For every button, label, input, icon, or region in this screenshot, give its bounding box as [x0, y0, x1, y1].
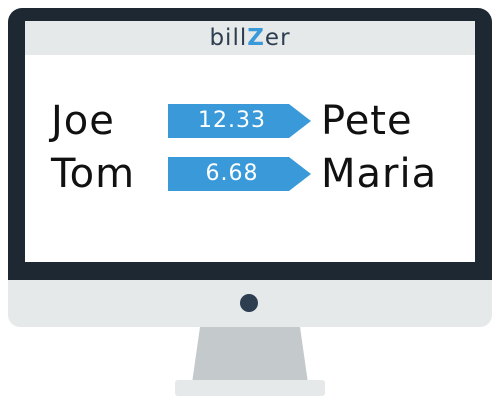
monitor-screen: billZer Joe 12.33 Pete Tom 6.68 Maria: [25, 21, 475, 262]
transfer-amount: 6.68: [205, 161, 259, 186]
transfer-row: Joe 12.33 Pete: [25, 96, 475, 146]
transfer-arrow: 12.33: [168, 104, 311, 138]
logo-text-suffix: er: [264, 25, 291, 51]
payee-name: Pete: [321, 98, 413, 144]
transfer-arrow: 6.68: [168, 157, 311, 191]
logo-text-prefix: bill: [209, 25, 248, 51]
app-header: billZer: [25, 21, 475, 55]
payer-name: Joe: [51, 98, 115, 144]
transfer-row: Tom 6.68 Maria: [25, 149, 475, 199]
payer-name: Tom: [51, 151, 136, 197]
power-button[interactable]: [240, 294, 258, 312]
monitor-illustration: billZer Joe 12.33 Pete Tom 6.68 Maria: [0, 0, 500, 400]
app-logo: billZer: [209, 25, 290, 51]
payee-name: Maria: [321, 151, 438, 197]
transfer-amount: 12.33: [198, 108, 266, 133]
logo-text-accent: Z: [247, 25, 265, 51]
